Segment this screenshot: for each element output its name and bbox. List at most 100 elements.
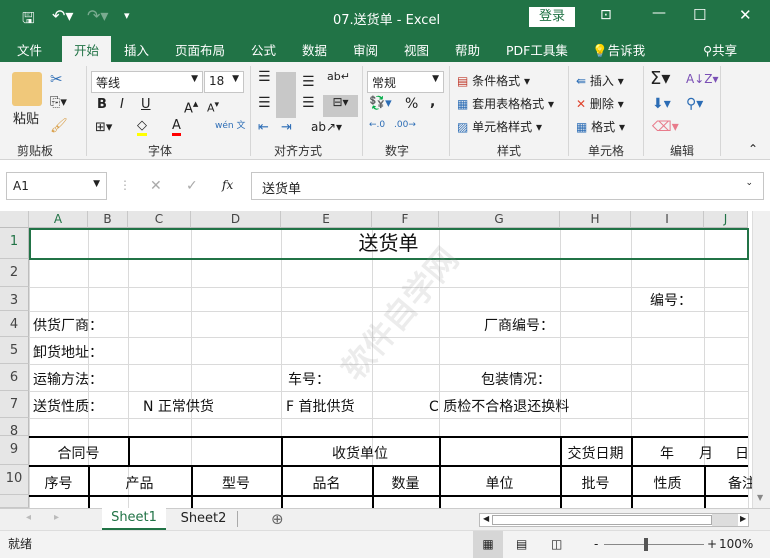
tab-file[interactable]: 文件 (17, 40, 42, 59)
autosum-icon[interactable]: Σ▾ (650, 68, 670, 89)
add-sheet-icon[interactable]: ⊕ (271, 510, 284, 528)
cell-year[interactable]: 年 (660, 443, 674, 463)
column-header[interactable]: A (29, 211, 88, 228)
cell-car-no[interactable]: 车号： (288, 369, 330, 389)
page-layout-view-icon[interactable]: ▤ (516, 536, 527, 552)
zoom-slider-thumb[interactable] (644, 538, 648, 551)
cell-packing[interactable]: 包装情况： (481, 369, 551, 389)
scroll-thumb[interactable] (492, 515, 712, 525)
align-top-icon[interactable]: ☰ (258, 69, 271, 85)
enter-icon[interactable]: ✓ (186, 178, 198, 194)
format-painter-icon[interactable]: 🖌 (50, 118, 68, 134)
worksheet-grid[interactable]: A B C D E F G H I J 1 2 3 4 5 6 7 8 9 10 送货单 编号： 供货厂商： 厂商编号… (0, 211, 770, 508)
undo-icon[interactable]: ↶▾ (52, 6, 73, 25)
column-header[interactable]: E (281, 211, 372, 228)
name-box[interactable]: A1 ▼ (6, 172, 107, 200)
column-header[interactable]: B (88, 211, 128, 228)
tab-data[interactable]: 数据 (302, 40, 327, 59)
sheet-tab-sheet1[interactable]: Sheet1 (102, 508, 166, 530)
header-cell[interactable]: 数量 (372, 473, 439, 493)
sheet-tab-sheet2[interactable]: Sheet2 (170, 511, 238, 527)
column-header[interactable]: J (704, 211, 748, 228)
prev-sheet-icon[interactable]: ◂ (26, 512, 31, 523)
header-cell[interactable]: 序号 (29, 473, 88, 493)
format-as-table-button[interactable]: ▦ 套用表格格式 ▾ (457, 95, 554, 112)
select-all-corner[interactable] (0, 211, 29, 228)
phonetic-button[interactable]: wén 文 (215, 118, 245, 131)
row-header[interactable]: 2 (0, 259, 29, 287)
sort-filter-icon[interactable]: A↓Z▾ (686, 72, 719, 86)
vertical-scrollbar[interactable]: ▼ (752, 211, 770, 508)
insert-cells-button[interactable]: ⇚ 插入 ▾ (576, 72, 624, 89)
accounting-format-icon[interactable]: 💱▾ (369, 96, 392, 111)
cell-transport[interactable]: 运输方法： (33, 369, 103, 389)
column-header[interactable]: G (439, 211, 560, 228)
paste-button[interactable]: 粘贴 (13, 108, 39, 127)
row-header[interactable]: 3 (0, 287, 29, 311)
column-header[interactable]: I (631, 211, 704, 228)
cell-number-label[interactable]: 编号： (650, 290, 692, 310)
collapse-ribbon-icon[interactable]: ⌃ (748, 142, 758, 156)
scroll-left-icon[interactable]: ◀ (483, 513, 489, 525)
paste-icon[interactable] (12, 72, 42, 106)
cell-delivery-date[interactable]: 交货日期 (560, 443, 631, 463)
zoom-slider[interactable] (604, 544, 704, 545)
increase-font-icon[interactable]: A▴ (184, 97, 198, 116)
column-header[interactable]: F (372, 211, 439, 228)
column-header[interactable]: D (191, 211, 281, 228)
header-cell[interactable]: 型号 (191, 473, 281, 493)
decrease-decimal-icon[interactable]: .00→ (394, 120, 416, 130)
comma-button[interactable]: , (430, 94, 435, 110)
cancel-icon[interactable]: ✕ (150, 178, 162, 194)
tab-home[interactable]: 开始 (62, 36, 112, 62)
minimize-button[interactable]: — (652, 5, 666, 21)
expand-icon[interactable]: ⌄ (745, 178, 753, 188)
row-header[interactable]: 6 (0, 364, 29, 391)
customize-qat-icon[interactable]: ▾ (124, 9, 130, 22)
underline-button[interactable]: U (141, 97, 151, 112)
tab-help[interactable]: 帮助 (455, 40, 480, 59)
align-middle-icon[interactable] (276, 72, 296, 118)
cell-month[interactable]: 月 (699, 443, 713, 463)
zoom-level[interactable]: 100% (719, 537, 753, 552)
increase-decimal-icon[interactable]: ←.0 (369, 120, 385, 130)
ribbon-display-icon[interactable]: ⊡ (600, 7, 612, 23)
row-header[interactable]: 4 (0, 311, 29, 337)
header-cell[interactable]: 产品 (88, 473, 191, 493)
row-header[interactable]: 5 (0, 337, 29, 364)
scroll-right-icon[interactable]: ▶ (740, 513, 746, 525)
cell-styles-button[interactable]: ▨ 单元格样式 ▾ (457, 118, 542, 135)
zoom-in-button[interactable]: + (707, 536, 717, 552)
font-size-select[interactable]: 18 ▼ (204, 71, 244, 93)
clear-icon[interactable]: ⌫▾ (652, 119, 679, 135)
scroll-down-icon[interactable]: ▼ (757, 493, 763, 503)
normal-view-icon[interactable]: ▦ (473, 531, 503, 558)
column-header[interactable]: H (560, 211, 631, 228)
bold-button[interactable]: B (97, 97, 107, 112)
header-cell[interactable]: 品名 (281, 473, 372, 493)
fill-color-icon[interactable]: ◇ (137, 118, 147, 136)
header-cell[interactable]: 性质 (631, 473, 704, 493)
align-left-icon[interactable]: ☰ (258, 95, 271, 111)
row-header[interactable]: 1 (0, 228, 29, 259)
conditional-format-button[interactable]: ▤ 条件格式 ▾ (457, 72, 530, 89)
orientation-icon[interactable]: ab↗▾ (311, 120, 342, 134)
row-header[interactable]: 7 (0, 391, 29, 418)
maximize-button[interactable]: ☐ (693, 6, 706, 24)
column-header[interactable]: C (128, 211, 191, 228)
tab-review[interactable]: 审阅 (353, 40, 378, 59)
tab-insert[interactable]: 插入 (124, 40, 149, 59)
decrease-font-icon[interactable]: A▾ (207, 99, 219, 115)
cell-nature-n[interactable]: N 正常供货 (143, 396, 214, 416)
cell-nature-f[interactable]: F 首批供货 (286, 396, 355, 416)
redo-icon[interactable]: ↷▾ (87, 6, 108, 25)
tab-view[interactable]: 视图 (404, 40, 429, 59)
share-button[interactable]: ⚲共享 (703, 40, 737, 59)
row-header[interactable] (0, 495, 29, 508)
font-name-select[interactable]: 等线 ▼ (91, 71, 203, 93)
tell-me[interactable]: 💡告诉我 (592, 40, 645, 59)
header-cell[interactable]: 批号 (560, 473, 631, 493)
cut-icon[interactable]: ✂ (50, 70, 63, 88)
header-cell[interactable]: 单位 (439, 473, 560, 493)
format-cells-button[interactable]: ▦ 格式 ▾ (576, 118, 625, 135)
